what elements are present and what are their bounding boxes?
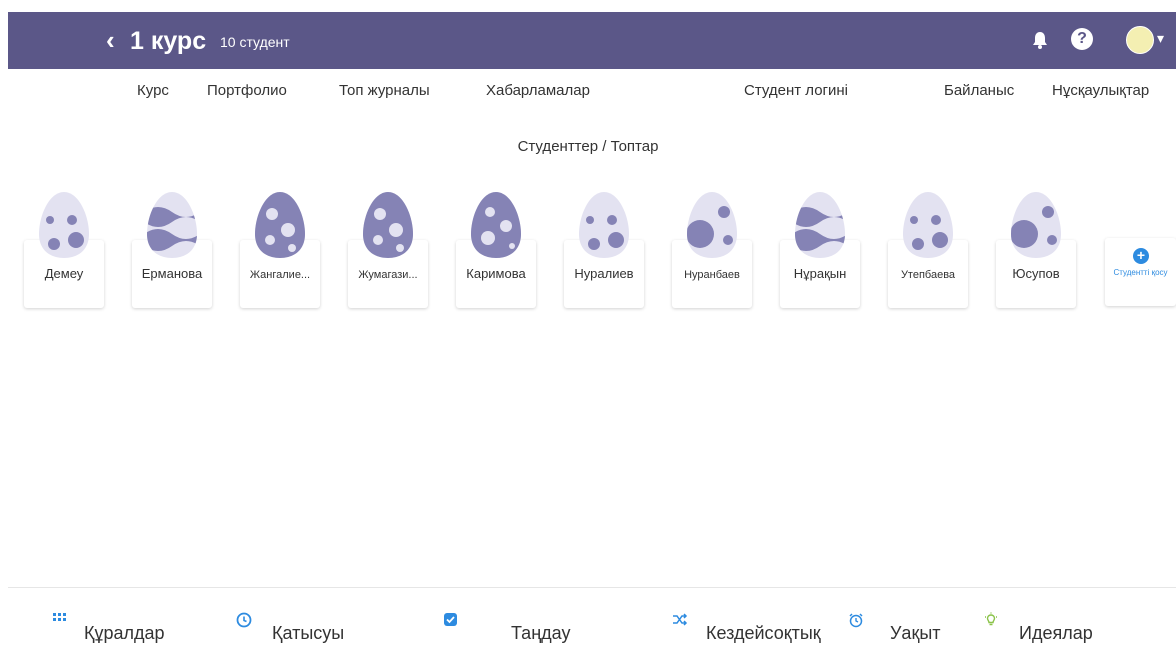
egg-avatar-icon xyxy=(903,192,953,258)
grid-icon xyxy=(53,613,66,621)
egg-avatar-icon xyxy=(687,192,737,258)
tool-ideas[interactable]: Идеялар xyxy=(983,612,1113,648)
tool-timer[interactable]: Уақыт xyxy=(848,612,968,648)
student-name: Жумагази... xyxy=(358,269,418,281)
help-icon[interactable]: ? xyxy=(1071,28,1093,50)
bell-icon[interactable] xyxy=(1030,30,1050,50)
nav-item-contact[interactable]: Байланыс xyxy=(944,80,1014,102)
tool-attendance-label: Қатысуы xyxy=(272,623,345,643)
nav-item-guides[interactable]: Нұсқаулықтар xyxy=(1052,80,1149,102)
back-button[interactable]: ‹ xyxy=(106,25,130,55)
student-name: Жангалие... xyxy=(249,269,311,281)
nav-item-messages[interactable]: Хабарламалар xyxy=(486,80,590,102)
student-name: Нұрақын xyxy=(793,266,847,281)
top-bar: ‹ 1 курс 10 студент ? ▾ xyxy=(8,12,1176,69)
student-name: Ерманова xyxy=(141,266,203,281)
avatar[interactable] xyxy=(1126,26,1154,54)
student-name: Нуралиев xyxy=(574,266,634,281)
egg-avatar-icon xyxy=(147,192,197,258)
student-count: 10 студент xyxy=(220,34,290,50)
tool-random[interactable]: Кездейсоқтық xyxy=(672,612,852,648)
egg-avatar-icon xyxy=(795,192,845,258)
egg-avatar-icon xyxy=(255,192,305,258)
student-name: Утепбаева xyxy=(900,269,956,281)
course-title: 1 курс xyxy=(130,27,207,55)
add-student-label: Студентті қосу xyxy=(1113,268,1168,277)
plus-icon: + xyxy=(1133,248,1149,264)
tool-tools[interactable]: Құралдар xyxy=(52,612,182,648)
egg-avatar-icon xyxy=(471,192,521,258)
add-student-button[interactable]: + Студентті қосу xyxy=(1105,238,1176,306)
clock-icon xyxy=(236,612,252,628)
divider xyxy=(8,587,1176,588)
student-name: Нуранбаев xyxy=(684,269,740,281)
egg-avatar-icon xyxy=(1011,192,1061,258)
left-strip xyxy=(0,0,8,648)
tool-tools-label: Құралдар xyxy=(84,623,165,643)
tool-timer-label: Уақыт xyxy=(890,623,941,643)
egg-avatar-icon xyxy=(39,192,89,258)
tool-select-label: Таңдау xyxy=(511,623,571,643)
chevron-down-icon[interactable]: ▾ xyxy=(1157,30,1164,47)
tool-attendance[interactable]: Қатысуы xyxy=(236,612,356,648)
egg-avatar-icon xyxy=(363,192,413,258)
tool-ideas-label: Идеялар xyxy=(1019,623,1093,643)
breadcrumb: Студенттер / Топтар xyxy=(517,138,659,155)
student-name: Юсупов xyxy=(1012,266,1060,281)
nav-item-course[interactable]: Курс xyxy=(137,80,169,102)
student-name: Каримова xyxy=(466,266,526,281)
student-name: Демеу xyxy=(44,266,84,281)
egg-avatar-icon xyxy=(579,192,629,258)
shuffle-icon xyxy=(673,613,688,626)
lightbulb-icon xyxy=(985,612,997,626)
nav-item-portfolio[interactable]: Портфолио xyxy=(207,80,287,102)
alarm-icon xyxy=(849,613,863,628)
tool-random-label: Кездейсоқтық xyxy=(706,623,821,643)
nav-item-student-login[interactable]: Студент логині xyxy=(744,80,848,102)
nav-item-group-journal[interactable]: Топ журналы xyxy=(339,80,430,102)
tool-select[interactable]: Таңдау xyxy=(443,612,583,648)
checkbox-icon xyxy=(444,613,457,626)
